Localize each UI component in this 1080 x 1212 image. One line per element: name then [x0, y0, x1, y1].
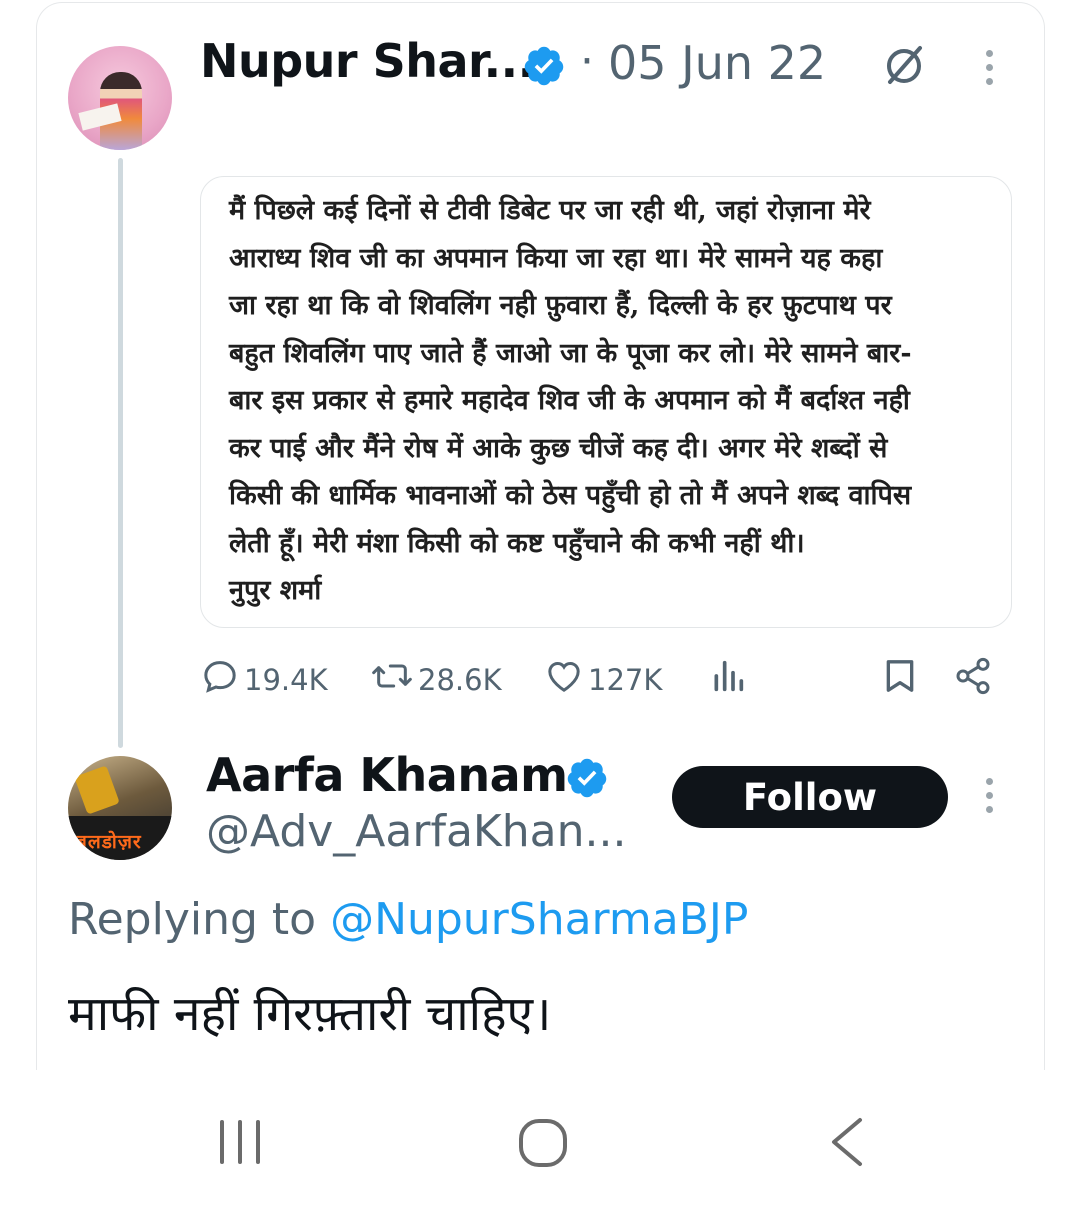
views-icon: [710, 656, 750, 703]
repost-icon: [370, 656, 418, 703]
bookmark-icon: [880, 656, 924, 703]
image-statement-text: मैं पिछले कई दिनों से टीवी डिबेट पर जा र…: [229, 195, 912, 606]
tweet-date[interactable]: 05 Jun 22: [608, 36, 826, 90]
reply-author-avatar[interactable]: बलडोज़र: [68, 756, 172, 860]
avatar-banner-text: बलडोज़र: [76, 831, 142, 853]
home-icon[interactable]: [518, 1118, 568, 1172]
tweet-image[interactable]: मैं पिछले कई दिनों से टीवी डिबेट पर जा र…: [200, 176, 1012, 628]
avatar-bulldozer-shape: [74, 765, 120, 815]
tweet-actions: 19.4K 28.6K 127K: [0, 656, 1080, 706]
more-icon[interactable]: [986, 778, 993, 820]
reply-text: माफी नहीं गिरफ़्तारी चाहिए।: [68, 986, 552, 1042]
replying-prefix: Replying to: [68, 894, 317, 945]
reply-author-handle[interactable]: @Adv_AarfaKhan...: [206, 806, 626, 857]
follow-button[interactable]: Follow: [672, 766, 948, 828]
bookmark-button[interactable]: [880, 656, 924, 703]
like-count: 127K: [588, 662, 663, 697]
recent-apps-icon[interactable]: [218, 1118, 268, 1170]
reply-author-name[interactable]: Aarfa Khanam: [206, 748, 568, 802]
author-name[interactable]: Nupur Shar...: [200, 34, 535, 88]
system-navigation-bar: [0, 1070, 1080, 1212]
replying-mention-link[interactable]: @NupurSharmaBJP: [330, 894, 748, 945]
like-button[interactable]: 127K: [544, 656, 662, 703]
share-button[interactable]: [952, 656, 998, 703]
verified-badge-icon: [522, 44, 566, 92]
replying-to-line: Replying to @NupurSharmaBJP: [68, 894, 748, 945]
author-avatar[interactable]: [68, 46, 172, 150]
repost-button[interactable]: 28.6K: [370, 656, 502, 703]
share-icon: [952, 656, 998, 703]
reply-count: 19.4K: [244, 662, 328, 697]
edit-history-icon[interactable]: [880, 42, 928, 94]
more-icon[interactable]: [986, 50, 993, 92]
like-icon: [544, 656, 588, 703]
reply-icon: [200, 656, 244, 703]
verified-badge-icon: [565, 756, 609, 804]
views-button[interactable]: [710, 656, 750, 703]
back-icon[interactable]: [826, 1116, 866, 1172]
repost-count: 28.6K: [418, 662, 502, 697]
reply-button[interactable]: 19.4K: [200, 656, 328, 703]
separator-dot: ·: [580, 36, 594, 87]
